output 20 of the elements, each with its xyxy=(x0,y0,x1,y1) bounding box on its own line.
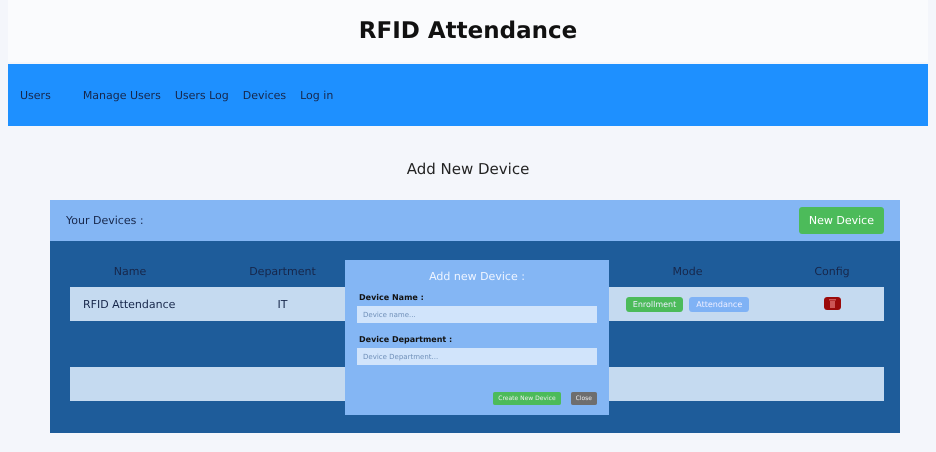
column-header: Department xyxy=(248,264,317,278)
nav-link[interactable]: Manage Users xyxy=(82,86,161,104)
new-device-button[interactable]: New Device xyxy=(798,207,884,234)
delete-button[interactable] xyxy=(824,297,840,310)
nav-link[interactable]: Devices xyxy=(242,86,286,104)
nav-link[interactable]: Log in xyxy=(300,86,334,104)
nav-link[interactable]: Users xyxy=(20,86,51,104)
nav-link[interactable]: Users Log xyxy=(174,86,229,104)
column-header: Name xyxy=(112,264,148,278)
field-label: Device Name : xyxy=(359,293,424,302)
page-title: Add New Device xyxy=(406,160,530,178)
table-cell-text: IT xyxy=(276,298,288,310)
column-header: Mode xyxy=(672,264,704,278)
app-title: RFID Attendance xyxy=(358,18,578,44)
panel-title: Your Devices : xyxy=(66,214,144,227)
table-cell-text: RFID Attendance xyxy=(82,298,176,310)
dialog-title: Add new Device : xyxy=(429,270,525,283)
field-label: Device Department : xyxy=(359,335,452,344)
column-header: Config xyxy=(813,264,851,278)
trash-icon xyxy=(828,299,836,308)
